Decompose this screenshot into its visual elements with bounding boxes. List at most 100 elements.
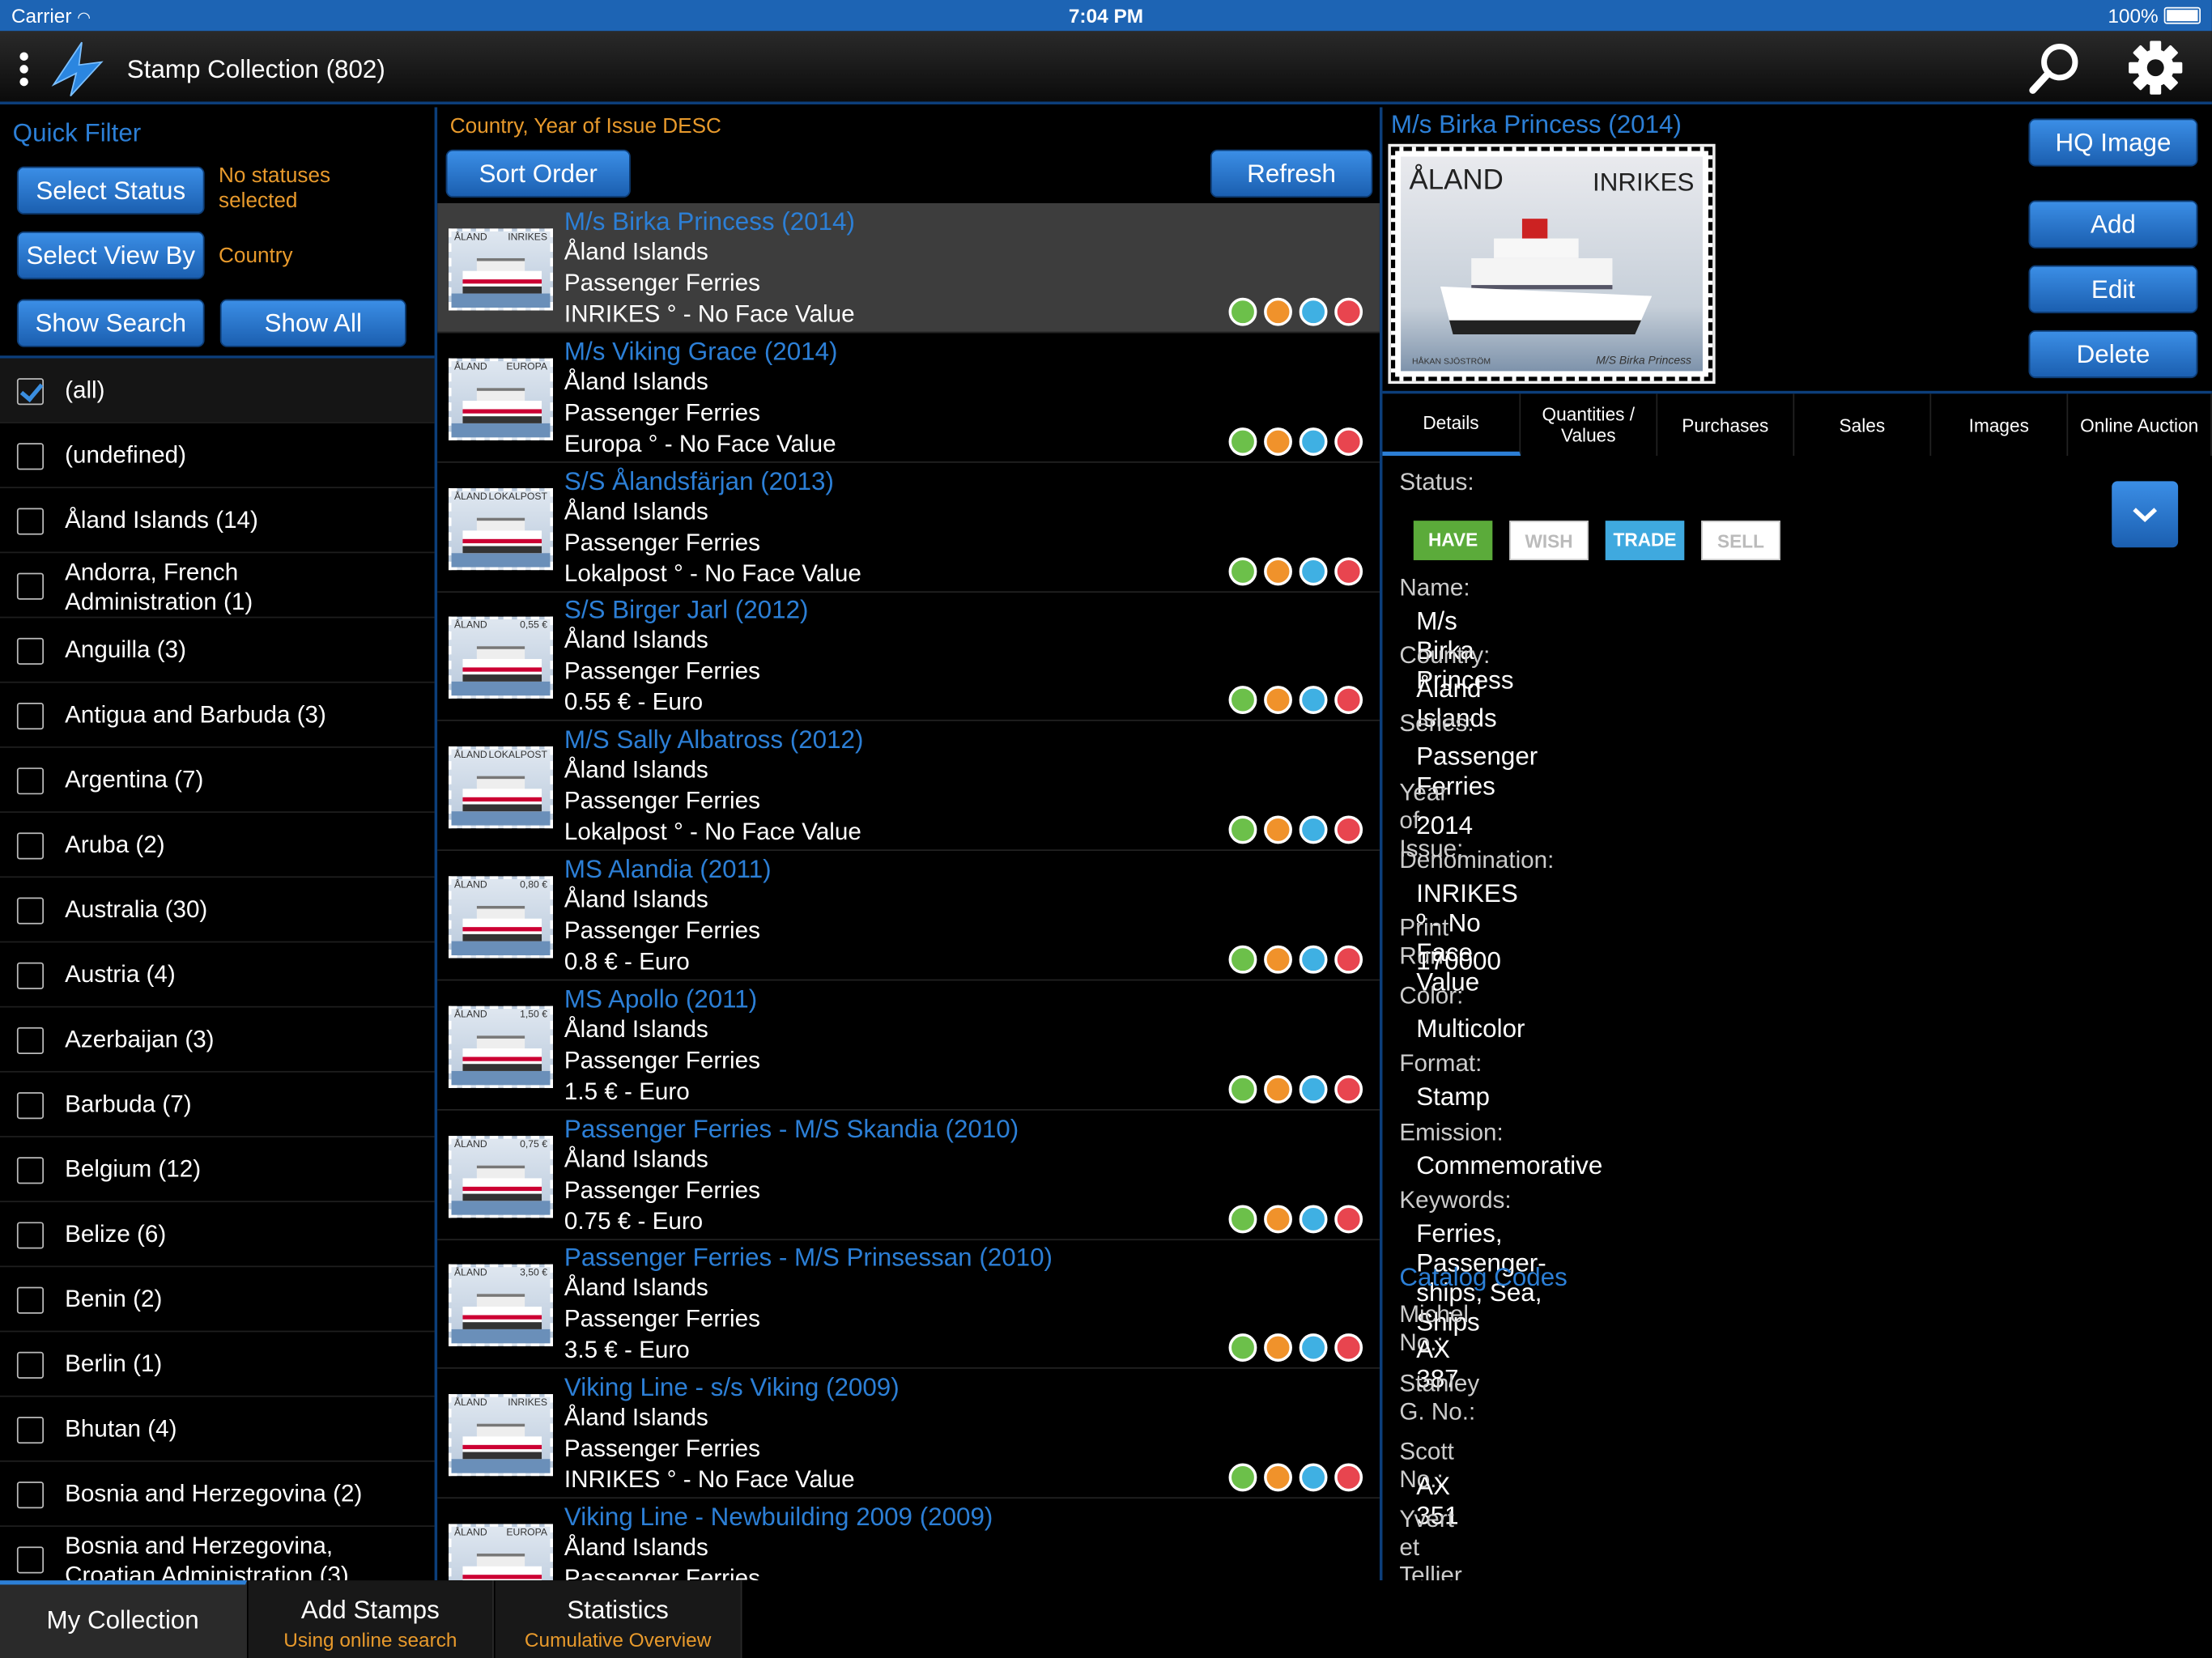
filter-checkbox[interactable] [16, 637, 45, 665]
filter-row[interactable]: Anguilla (3) [0, 618, 435, 683]
filter-checkbox[interactable] [16, 832, 45, 860]
filter-row-label: Antigua and Barbuda (3) [65, 701, 326, 729]
stamp-row[interactable]: ÅLAND 3,50 € Passenger Ferries - M/S Prins… [437, 1239, 1380, 1370]
stamp-row[interactable]: ÅLAND EUROPA Viking Line - Newbuilding 200… [437, 1499, 1380, 1581]
filter-row[interactable]: Bosnia and Herzegovina (2) [0, 1462, 435, 1527]
filter-row[interactable]: Benin (2) [0, 1267, 435, 1333]
bottom-tab[interactable]: Add Stamps Using online search [248, 1580, 494, 1658]
thumb-country-text: ÅLAND [454, 491, 487, 502]
show-search-button[interactable]: Show Search [16, 299, 205, 347]
filter-checkbox[interactable] [16, 443, 45, 470]
thumb-value-text: EUROPA [506, 362, 548, 372]
filter-row[interactable]: Åland Islands (14) [0, 488, 435, 554]
filter-row[interactable]: (all) [0, 358, 435, 423]
bottom-tab[interactable]: Statistics Cumulative Overview [495, 1580, 742, 1658]
tab-label-line: Online Auction [2080, 414, 2199, 436]
clock: 7:04 PM [1068, 4, 1144, 28]
filter-checkbox[interactable] [16, 962, 45, 989]
stamp-row[interactable]: ÅLAND LOKALPOST M/S Sally Albatross (2012)… [437, 721, 1380, 852]
detail-tab[interactable]: Images [1931, 393, 2069, 456]
stamp-row[interactable]: ÅLAND 0,55 € S/S Birger Jarl (2012) Åland I… [437, 592, 1380, 722]
show-all-button[interactable]: Show All [219, 299, 406, 347]
filter-row[interactable]: Aruba (2) [0, 813, 435, 878]
field-value: 170000 [1416, 946, 1501, 976]
sort-order-button[interactable]: Sort Order [445, 149, 631, 198]
filter-checkbox[interactable] [16, 767, 45, 795]
stamp-row[interactable]: ÅLAND INRIKES M/s Birka Princess (2014) Åla… [437, 202, 1380, 334]
filter-checkbox[interactable] [16, 703, 45, 730]
select-status-button[interactable]: Select Status [16, 166, 205, 215]
stamp-title: Passenger Ferries - M/S Prinsessan (2010… [564, 1244, 1053, 1273]
filter-row[interactable]: Barbuda (7) [0, 1073, 435, 1137]
filter-checkbox[interactable] [16, 897, 45, 925]
filter-row[interactable]: Berlin (1) [0, 1332, 435, 1397]
filter-row[interactable]: Bhutan (4) [0, 1397, 435, 1462]
filter-row[interactable]: (undefined) [0, 423, 435, 489]
filter-checkbox[interactable] [16, 1157, 45, 1184]
filter-row[interactable]: Antigua and Barbuda (3) [0, 683, 435, 748]
filter-row[interactable]: Belize (6) [0, 1202, 435, 1268]
stamp-row[interactable]: ÅLAND 0,80 € MS Alandia (2011) Åland Island… [437, 851, 1380, 981]
status-badge[interactable]: HAVE [1413, 521, 1493, 560]
stamp-thumbnail: ÅLAND 3,50 € [449, 1265, 553, 1347]
detail-tab[interactable]: Details [1382, 393, 1521, 456]
detail-tab[interactable]: Sales [1794, 393, 1932, 456]
stamp-face-value: Lokalpost ° - No Face Value [564, 559, 861, 587]
filter-row[interactable]: Argentina (7) [0, 748, 435, 813]
stamp-series: Passenger Ferries [564, 916, 760, 945]
filter-checkbox[interactable] [16, 378, 45, 406]
filter-row[interactable]: Andorra, French Administration (1) [0, 553, 435, 619]
status-dot [1264, 815, 1292, 844]
stamp-row[interactable]: ÅLAND 1,50 € MS Apollo (2011) Åland Islands… [437, 980, 1380, 1111]
filter-row[interactable]: Azerbaijan (3) [0, 1008, 435, 1073]
filter-checkbox[interactable] [16, 572, 45, 600]
status-dot [1334, 1204, 1363, 1233]
filter-checkbox[interactable] [16, 1416, 45, 1444]
status-badge[interactable]: SELL [1701, 521, 1780, 560]
status-dot [1334, 945, 1363, 974]
edit-button[interactable]: Edit [2028, 265, 2198, 313]
stamp-country: Åland Islands [564, 368, 708, 395]
status-badge[interactable]: WISH [1509, 521, 1589, 560]
bottom-tab[interactable]: My Collection [0, 1580, 247, 1658]
stamp-title: Viking Line - Newbuilding 2009 (2009) [564, 1503, 993, 1532]
stamp-row[interactable]: ÅLAND INRIKES Viking Line - s/s Viking (20… [437, 1369, 1380, 1499]
status-dot [1299, 1204, 1328, 1233]
detail-tab[interactable]: Purchases [1657, 393, 1795, 456]
stamp-series: Passenger Ferries [564, 1305, 760, 1333]
stamp-series: Passenger Ferries [564, 398, 760, 427]
delete-button[interactable]: Delete [2028, 329, 2198, 379]
filter-checkbox[interactable] [16, 1286, 45, 1314]
add-button[interactable]: Add [2028, 200, 2198, 249]
filter-row-label: Austria (4) [65, 960, 176, 988]
detail-tab[interactable]: Online Auction [2068, 393, 2212, 456]
select-view-by-button[interactable]: Select View By [16, 231, 205, 280]
filter-checkbox[interactable] [16, 1092, 45, 1120]
filter-row-label: Australia (30) [65, 895, 208, 923]
detail-tab[interactable]: Quantities / Values [1521, 393, 1658, 456]
stamp-row[interactable]: ÅLAND LOKALPOST S/S Ålandsfärjan (2013) Åla… [437, 462, 1380, 593]
filter-checkbox[interactable] [16, 1546, 45, 1574]
hq-image-button[interactable]: HQ Image [2028, 118, 2198, 167]
expand-button[interactable] [2112, 481, 2179, 548]
stamp-row[interactable]: ÅLAND EUROPA M/s Viking Grace (2014) Åland … [437, 333, 1380, 463]
filter-row[interactable]: Belgium (12) [0, 1137, 435, 1203]
status-badge[interactable]: TRADE [1605, 521, 1685, 560]
filter-checkbox[interactable] [16, 1351, 45, 1379]
stamp-series: Passenger Ferries [564, 1564, 760, 1581]
gear-icon[interactable] [2126, 38, 2185, 97]
filter-row[interactable]: Bosnia and Herzegovina, Croatian Administ… [0, 1527, 435, 1580]
filter-checkbox[interactable] [16, 1027, 45, 1055]
filter-checkbox[interactable] [16, 508, 45, 535]
search-icon[interactable] [2026, 38, 2085, 97]
filter-checkbox[interactable] [16, 1222, 45, 1249]
filter-checkbox[interactable] [16, 1482, 45, 1509]
stamp-image[interactable]: ÅLAND INRIKES HÅKAN SJÖSTRÖM M/S Birka P… [1388, 143, 1716, 385]
menu-dots-icon[interactable] [17, 52, 31, 88]
filter-row-label: Azerbaijan (3) [65, 1026, 215, 1053]
filter-row[interactable]: Australia (30) [0, 878, 435, 943]
stamp-list-panel: Country, Year of Issue DESC Sort Order R… [437, 107, 1380, 1581]
refresh-button[interactable]: Refresh [1210, 149, 1373, 198]
filter-row[interactable]: Austria (4) [0, 942, 435, 1008]
stamp-row[interactable]: ÅLAND 0,75 € Passenger Ferries - M/S Skand… [437, 1110, 1380, 1240]
